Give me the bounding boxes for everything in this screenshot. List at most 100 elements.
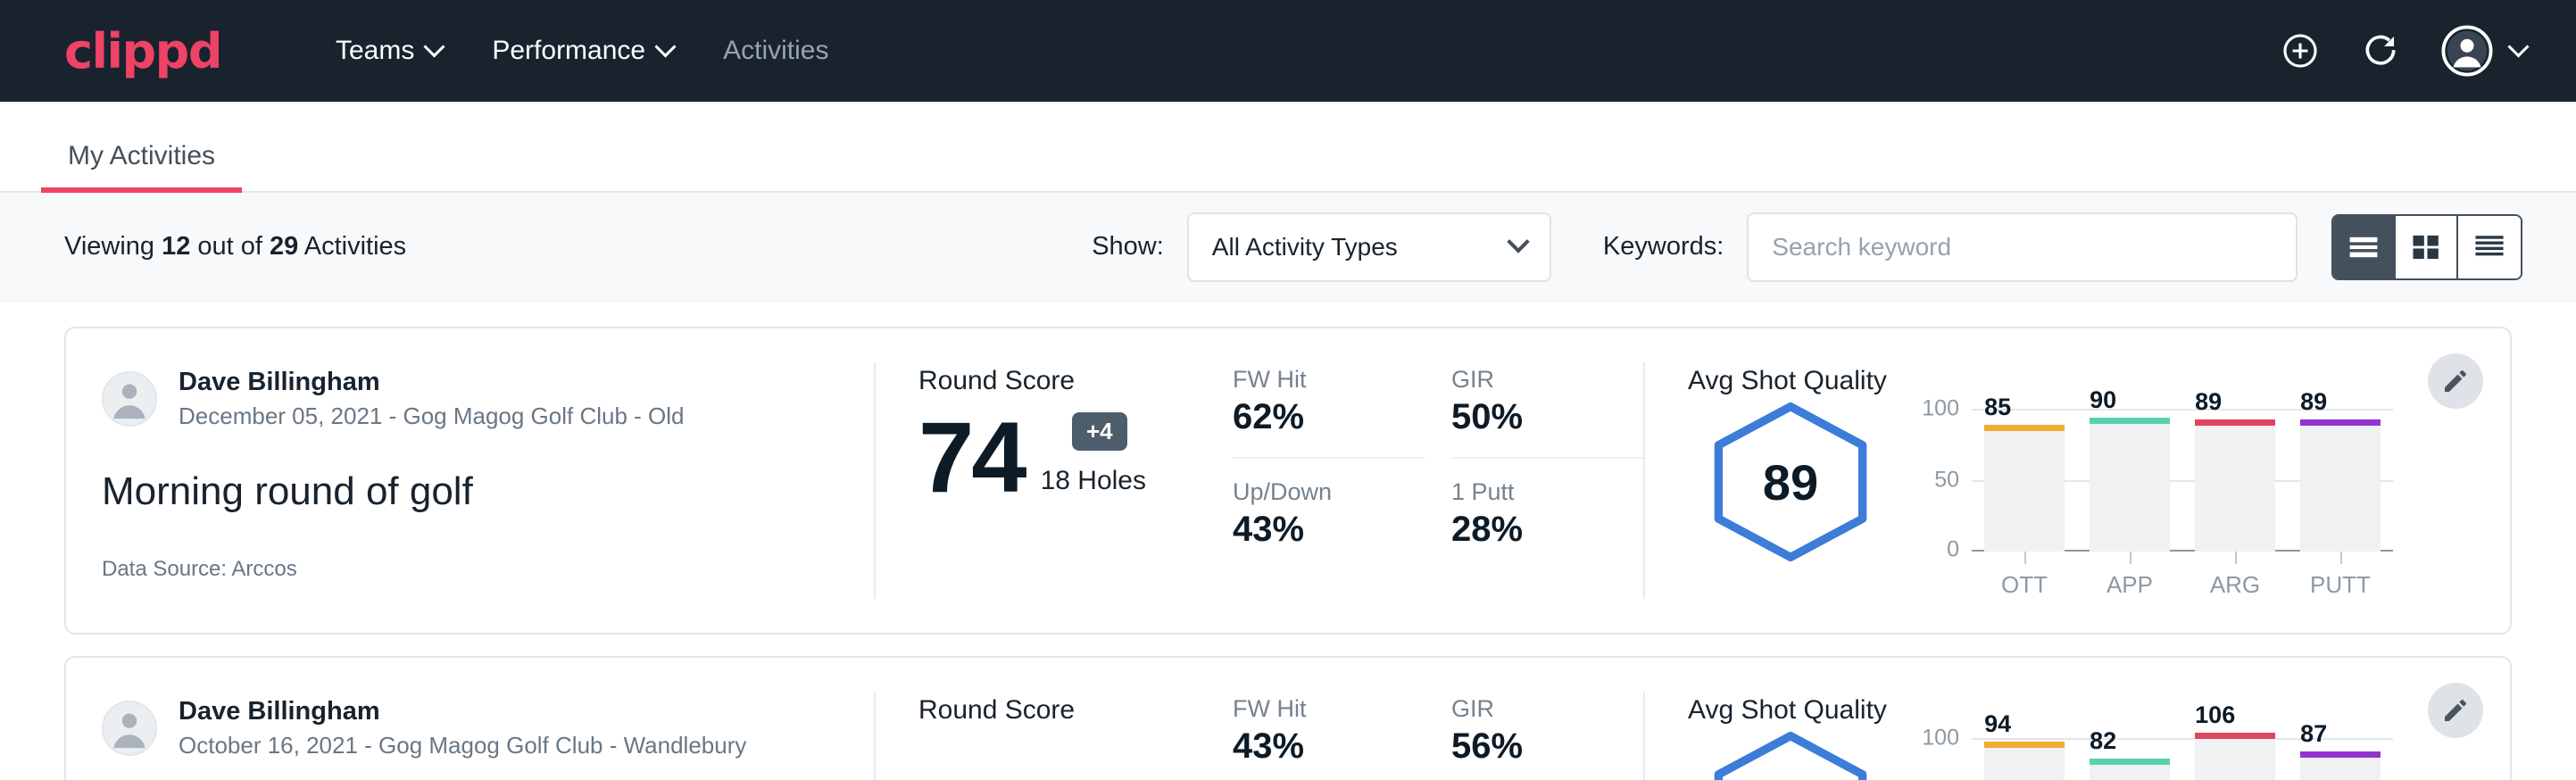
activity-summary: Dave Billingham December 05, 2021 - Gog …: [66, 328, 874, 633]
edit-activity-button[interactable]: [2428, 353, 2483, 409]
shot-quality-section: Avg Shot Quality 89 100: [1645, 328, 2510, 633]
refresh-icon[interactable]: [2361, 31, 2400, 71]
bar-app: 82: [2090, 738, 2170, 780]
nav-item-teams[interactable]: Teams: [311, 27, 467, 75]
stat-value: 62%: [1233, 397, 1425, 437]
account-avatar[interactable]: [2441, 25, 2526, 77]
bar-putt: 89: [2300, 409, 2381, 552]
compact-view-button[interactable]: [2458, 216, 2521, 278]
stat-gir: GIR 50%: [1451, 366, 1643, 459]
shot-quality-hexagon: 89: [1707, 402, 1874, 562]
ytick-100: 100: [1922, 726, 1959, 751]
stat-label: 1 Putt: [1451, 478, 1643, 506]
stat-label: FW Hit: [1233, 695, 1425, 723]
activity-card-list: Dave Billingham December 05, 2021 - Gog …: [0, 302, 2576, 780]
nav-item-performance[interactable]: Performance: [467, 27, 698, 75]
app-logo[interactable]: clippd: [64, 23, 221, 79]
list-view-button[interactable]: [2333, 216, 2396, 278]
bar-cap: [1984, 742, 2065, 748]
ytick-50: 50: [1934, 468, 1959, 494]
chevron-down-icon: [655, 36, 677, 57]
activity-card[interactable]: Dave Billingham December 05, 2021 - Gog …: [64, 327, 2512, 635]
activity-title: Morning round of golf: [102, 469, 838, 514]
stat-one-putt: 1 Putt 28%: [1451, 478, 1643, 569]
shot-quality-label: Avg Shot Quality: [1688, 695, 2510, 726]
chart-x-axis: OTT APP ARG PUTT: [1972, 552, 2393, 599]
avatar: [102, 701, 157, 756]
activity-author: Dave Billingham October 16, 2021 - Gog M…: [102, 695, 838, 761]
nav-item-activities[interactable]: Activities: [698, 27, 853, 75]
xtick-ott: OTT: [1984, 552, 2065, 599]
bar-value: 94: [1984, 710, 2011, 738]
nav-item-activities-label: Activities: [723, 36, 828, 66]
xtick-arg: ARG: [2195, 552, 2275, 599]
author-name: Dave Billingham: [179, 695, 746, 727]
stat-label: FW Hit: [1233, 366, 1425, 394]
xtick-label: APP: [2107, 571, 2153, 599]
activity-summary: Dave Billingham October 16, 2021 - Gog M…: [66, 658, 874, 780]
bar-rect: 89: [2195, 425, 2275, 552]
bar-cap: [1984, 425, 2065, 431]
bar-ott: 94: [1984, 738, 2065, 780]
shot-quality-hexagon: [1707, 731, 1874, 780]
bar-rect: 94: [1984, 747, 2065, 780]
score-differential-badge: +4: [1072, 412, 1127, 451]
ytick-100: 100: [1922, 396, 1959, 422]
bar-value: 90: [2090, 386, 2116, 414]
stat-label: Up/Down: [1233, 478, 1425, 506]
bar-cap: [2195, 733, 2275, 739]
bar-ott: 85: [1984, 409, 2065, 552]
keywords-label: Keywords:: [1603, 232, 1724, 261]
round-score-section: Round Score 74 +4 18 Holes: [876, 328, 1233, 633]
add-circle-icon[interactable]: [2281, 31, 2320, 71]
search-field-wrapper[interactable]: [1747, 212, 2298, 282]
bar-rect: 82: [2090, 764, 2170, 780]
bar-rect: 106: [2195, 738, 2275, 780]
nav-action-icons: [2281, 25, 2526, 77]
round-score-label: Round Score: [918, 366, 1233, 396]
activity-type-select[interactable]: All Activity Types: [1187, 212, 1551, 282]
bar-rect: 85: [1984, 430, 2065, 552]
bar-rect: 90: [2090, 423, 2170, 552]
grid-view-button[interactable]: [2396, 216, 2458, 278]
chevron-down-icon: [424, 36, 445, 57]
xtick-app: APP: [2090, 552, 2170, 599]
stat-value: 28%: [1451, 510, 1643, 550]
bar-putt: 87: [2300, 738, 2381, 780]
author-name: Dave Billingham: [179, 366, 685, 398]
tab-my-activities[interactable]: My Activities: [41, 141, 242, 191]
stat-fw-hit: FW Hit 43%: [1233, 695, 1425, 780]
chart-plot-area: 100 50 0 85: [1972, 409, 2393, 552]
bar-arg: 106: [2195, 738, 2275, 780]
chevron-down-icon: [2507, 36, 2529, 57]
viewing-total: 29: [270, 232, 298, 261]
stat-label: GIR: [1451, 695, 1643, 723]
activity-meta: October 16, 2021 - Gog Magog Golf Club -…: [179, 731, 746, 761]
activity-data-source: Data Source: Arccos: [102, 557, 838, 582]
viewing-summary: Viewing 12 out of 29 Activities: [64, 232, 406, 261]
bar-value: 87: [2300, 720, 2327, 748]
holes-played: 18 Holes: [1041, 466, 1146, 510]
round-score-row: 74 +4 18 Holes: [918, 405, 1233, 510]
bar-cap: [2300, 751, 2381, 758]
bar-cap: [2300, 419, 2381, 426]
edit-activity-button[interactable]: [2428, 683, 2483, 738]
avatar: [102, 371, 157, 427]
stat-up-down: Up/Down 43%: [1233, 478, 1425, 569]
round-score-label: Round Score: [918, 695, 1233, 726]
xtick-label: PUTT: [2310, 571, 2371, 599]
shot-quality-section: Avg Shot Quality 100: [1645, 658, 2510, 780]
bar-rect: 87: [2300, 757, 2381, 780]
viewing-count: 12: [162, 232, 190, 261]
bar-arg: 89: [2195, 409, 2275, 552]
stat-value: 43%: [1233, 726, 1425, 767]
activity-meta: December 05, 2021 - Gog Magog Golf Club …: [179, 402, 685, 432]
filter-bar: Viewing 12 out of 29 Activities Show: Al…: [0, 193, 2576, 302]
activity-card[interactable]: Dave Billingham October 16, 2021 - Gog M…: [64, 656, 2512, 780]
viewing-middle: out of: [190, 232, 270, 261]
bar-cap: [2090, 418, 2170, 424]
search-input[interactable]: [1772, 233, 2273, 261]
xtick-label: OTT: [2001, 571, 2048, 599]
stat-value: 50%: [1451, 397, 1643, 437]
stat-gir: GIR 56%: [1451, 695, 1643, 780]
